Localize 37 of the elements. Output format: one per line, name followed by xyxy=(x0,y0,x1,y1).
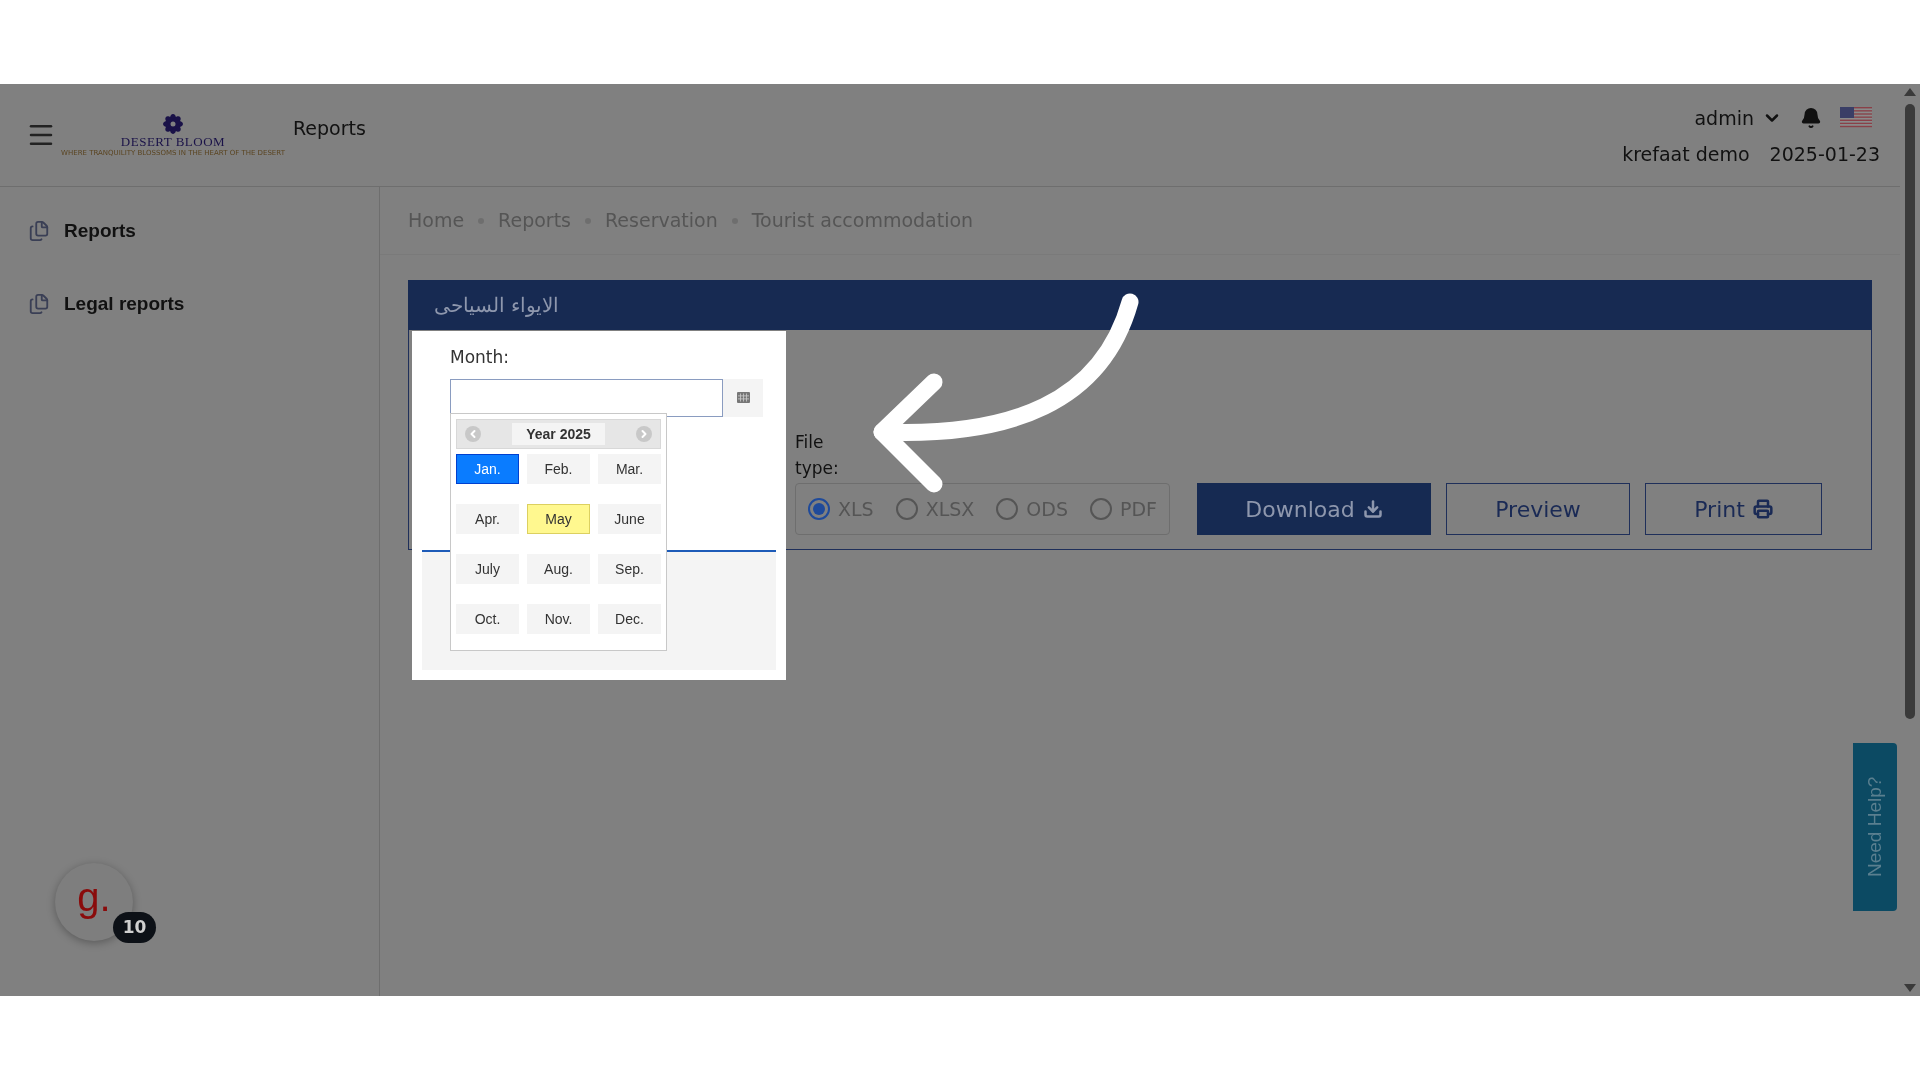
chat-logo: g. xyxy=(77,877,111,917)
month-option[interactable]: Mar. xyxy=(598,454,661,484)
month-option[interactable]: Jan. xyxy=(456,454,519,484)
month-label: Month: xyxy=(450,347,509,367)
month-option[interactable]: Sep. xyxy=(598,554,661,584)
company-name: krefaat demo xyxy=(1622,142,1750,167)
previous-year-button[interactable] xyxy=(465,426,481,442)
printer-icon xyxy=(1752,499,1773,519)
print-button[interactable]: Print xyxy=(1645,483,1823,535)
sidebar-item[interactable]: Reports xyxy=(28,217,379,246)
current-date: 2025-01-23 xyxy=(1769,142,1880,167)
month-option[interactable]: July xyxy=(456,554,519,584)
file-type-label: File type: xyxy=(795,431,840,480)
month-option[interactable]: Feb. xyxy=(527,454,590,484)
page-title: Reports xyxy=(293,115,366,141)
sidebar-item[interactable]: Legal reports xyxy=(28,289,379,318)
document-icon xyxy=(28,292,50,315)
calendar-icon xyxy=(736,392,750,403)
download-icon xyxy=(1362,499,1383,519)
month-option[interactable]: June xyxy=(598,504,661,534)
month-option[interactable]: Oct. xyxy=(456,604,519,634)
month-option[interactable]: Aug. xyxy=(527,554,590,584)
download-button[interactable]: Download xyxy=(1197,483,1432,535)
document-icon xyxy=(28,220,50,243)
preview-button[interactable]: Preview xyxy=(1446,483,1631,535)
user-menu[interactable]: admin xyxy=(1694,103,1782,132)
calendar-button[interactable] xyxy=(723,378,763,417)
month-option[interactable]: May xyxy=(527,504,590,534)
logo-text: DESERT BLOOM xyxy=(120,135,226,148)
month-option[interactable]: Apr. xyxy=(456,504,519,534)
notification-bell-icon[interactable] xyxy=(1800,106,1822,129)
year-label: Year 2025 xyxy=(512,423,605,445)
next-year-button[interactable] xyxy=(636,426,652,442)
month-option[interactable]: Dec. xyxy=(598,604,661,634)
month-option[interactable]: Nov. xyxy=(527,604,590,634)
panel-title: الايواء السياحى xyxy=(434,292,560,319)
flag-icon[interactable] xyxy=(1840,106,1872,129)
